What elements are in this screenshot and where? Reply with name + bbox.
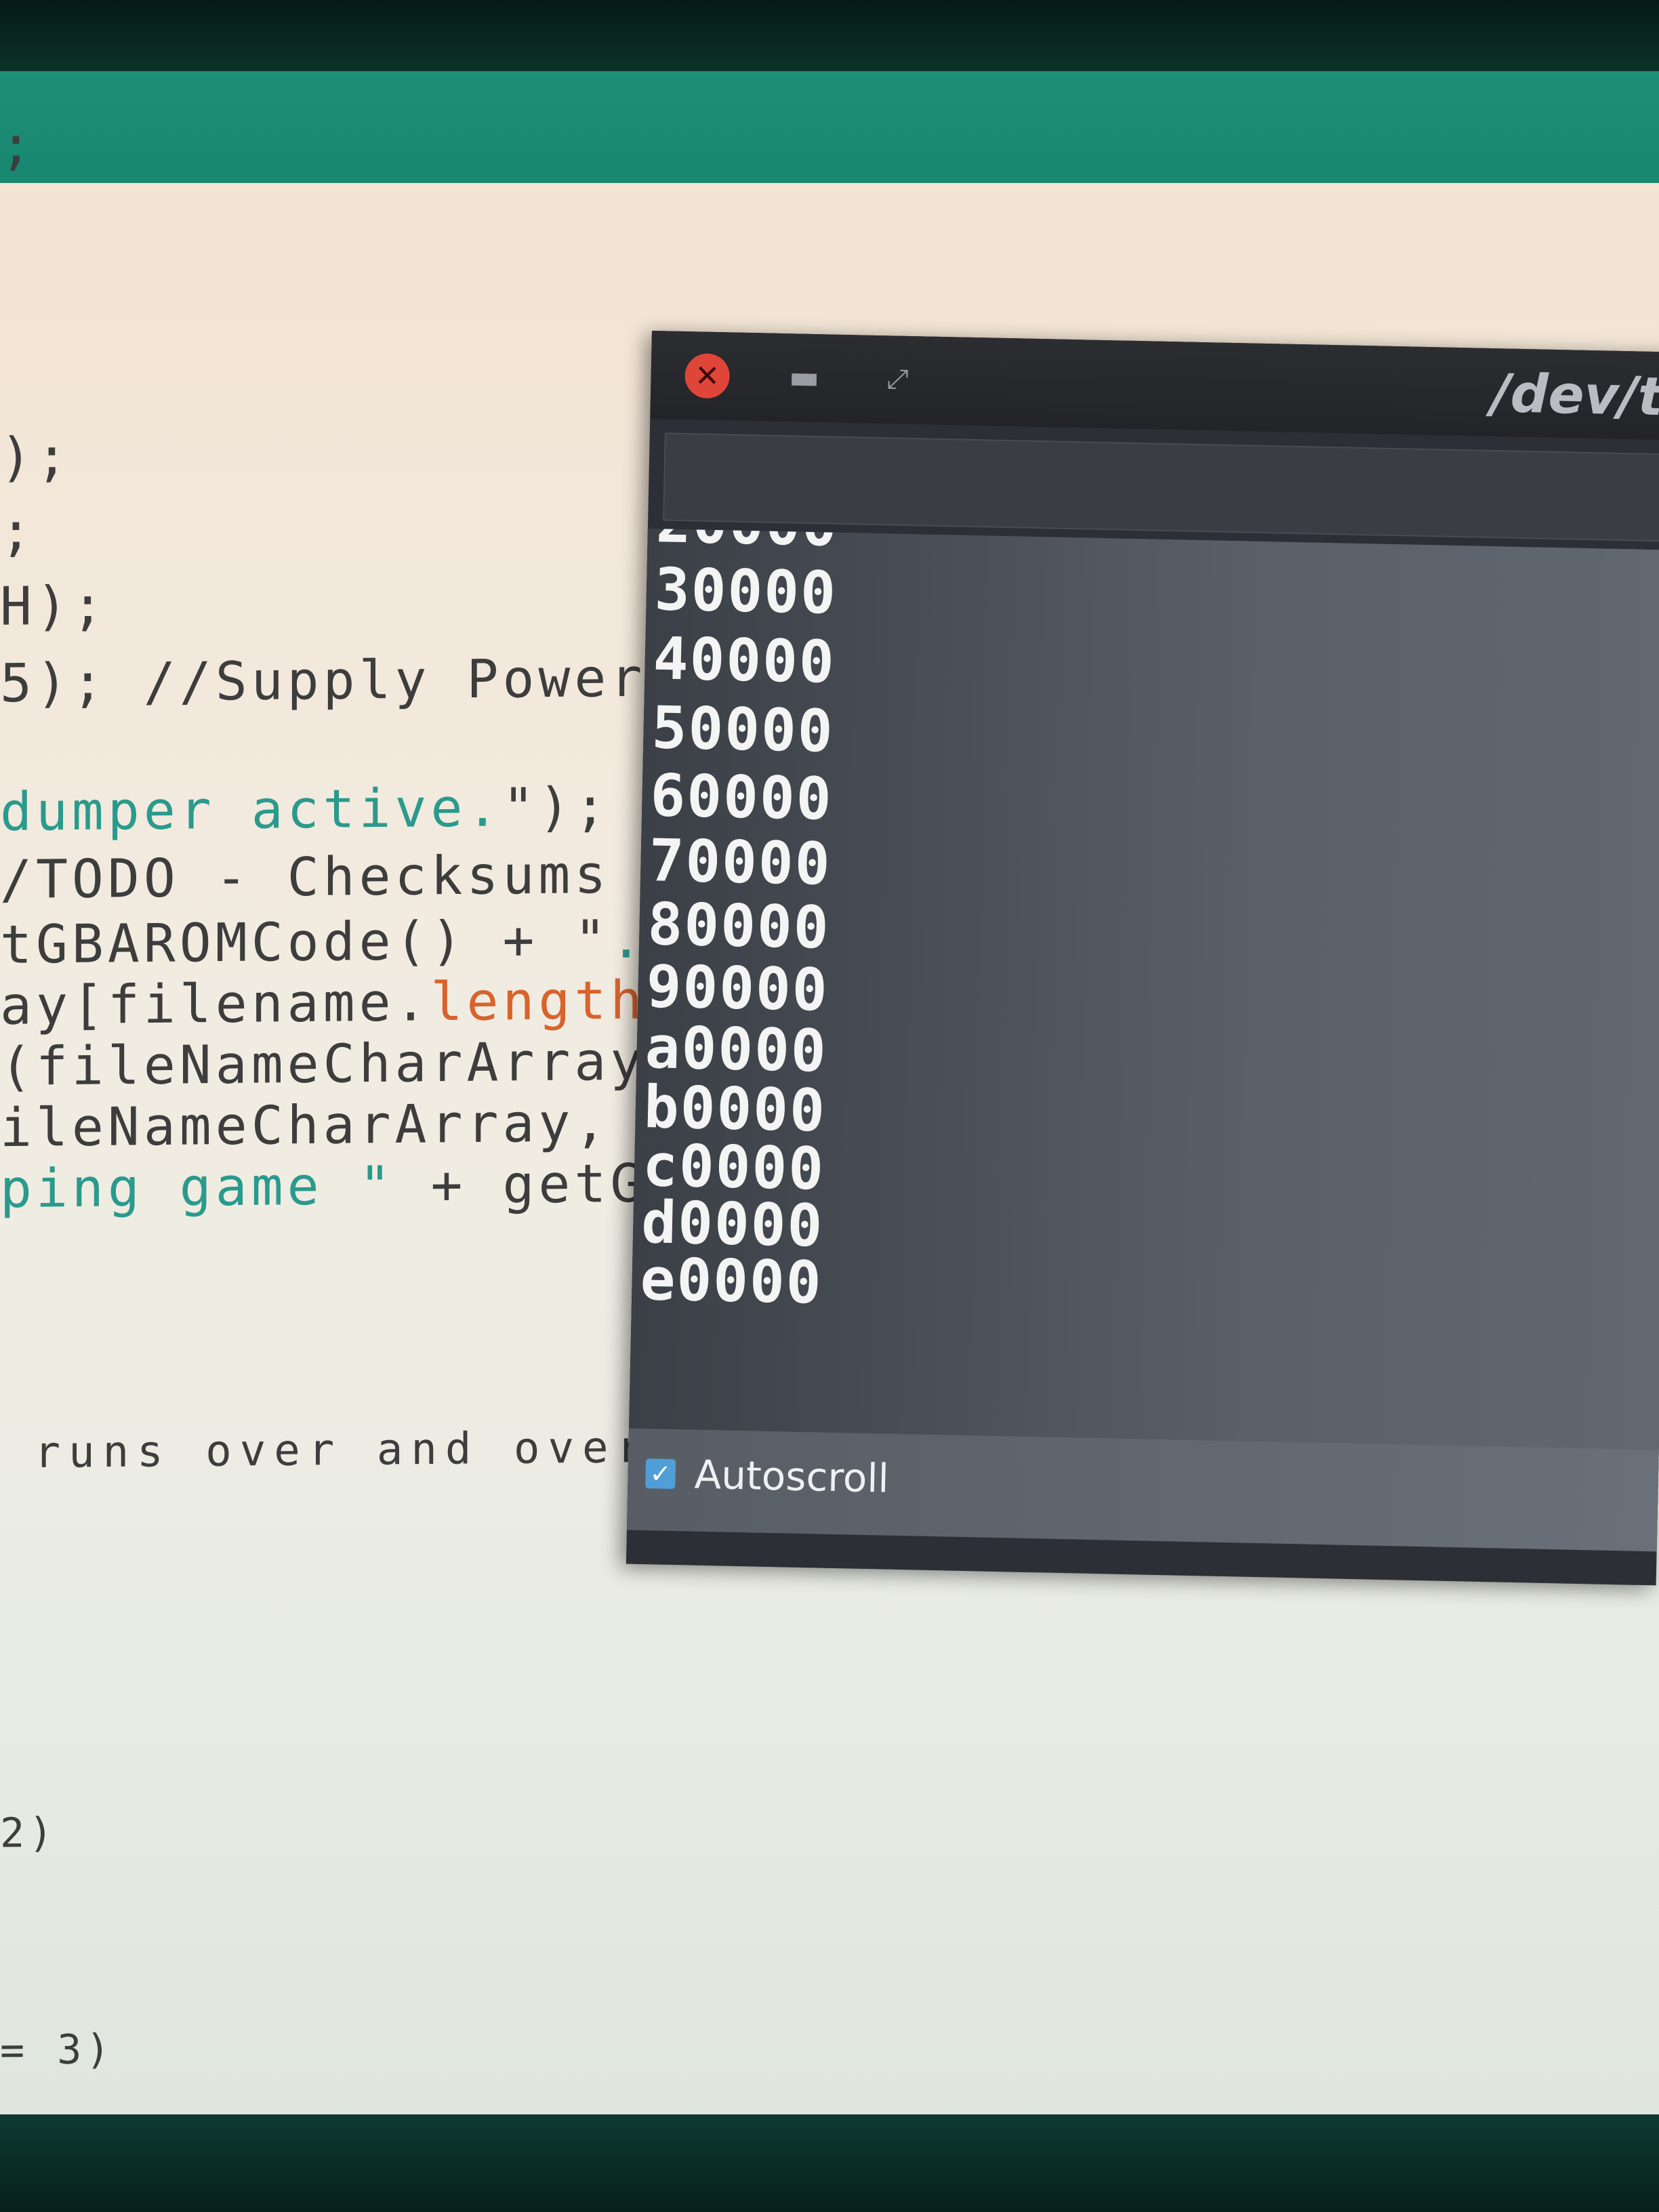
serial-output-line: e0000 bbox=[639, 1245, 823, 1317]
serial-monitor-window: ✕ ▬ ⤢ /dev/tt 20000 30000 40000 50000 60… bbox=[626, 331, 1659, 1586]
check-icon: ✓ bbox=[649, 1458, 672, 1489]
serial-footer: ✓ Autoscroll bbox=[626, 1428, 1659, 1552]
code-token: dumper active. bbox=[0, 777, 503, 843]
serial-output-line: 30000 bbox=[653, 556, 838, 628]
autoscroll-label[interactable]: Autoscroll bbox=[694, 1452, 889, 1502]
minimize-window-button[interactable]: ▬ bbox=[783, 356, 825, 398]
autoscroll-checkbox[interactable]: ✓ bbox=[645, 1458, 676, 1490]
code-token: ay[filename. bbox=[0, 972, 431, 1037]
code-line: ); bbox=[0, 427, 72, 489]
code-token: "); bbox=[502, 777, 611, 839]
maximize-icon: ⤢ bbox=[886, 363, 909, 395]
code-line: ; bbox=[0, 115, 36, 176]
serial-output[interactable]: 20000 30000 40000 50000 60000 70000 8000… bbox=[627, 528, 1659, 1547]
serial-output-line: 70000 bbox=[648, 827, 832, 899]
code-line: dumper active."); bbox=[0, 777, 610, 843]
code-token: ping game " bbox=[0, 1155, 431, 1221]
maximize-window-button[interactable]: ⤢ bbox=[877, 359, 918, 400]
close-window-button[interactable]: ✕ bbox=[684, 353, 731, 399]
serial-output-line: 40000 bbox=[652, 625, 836, 697]
code-token: 2) bbox=[0, 1809, 58, 1858]
minimize-icon: ▬ bbox=[788, 358, 820, 397]
serial-output-line: 60000 bbox=[649, 762, 834, 834]
serial-output-line: 80000 bbox=[647, 890, 831, 962]
code-token: = 3) bbox=[0, 2026, 115, 2074]
code-line: ; bbox=[0, 501, 36, 562]
close-icon: ✕ bbox=[694, 358, 720, 394]
code-line: H); bbox=[0, 575, 108, 637]
ide-toolbar bbox=[0, 71, 1659, 186]
code-token: 5); //Supply Power bbox=[0, 647, 647, 715]
serial-output-line: 20000 bbox=[655, 529, 839, 560]
monitor-bezel-bottom bbox=[0, 2114, 1659, 2212]
code-token: ; bbox=[0, 501, 36, 563]
window-title: /dev/tt bbox=[1490, 363, 1659, 429]
code-token: ; bbox=[0, 115, 36, 177]
code-line: 2) bbox=[0, 1809, 57, 1858]
code-token: tGBAROMCode() + " bbox=[0, 909, 611, 976]
monitor-bezel-top bbox=[0, 0, 1659, 75]
code-token: /TODO - Checksums bbox=[0, 844, 611, 911]
code-token: ); bbox=[0, 426, 72, 489]
code-token: length bbox=[430, 970, 647, 1033]
code-line: /TODO - Checksums bbox=[0, 844, 610, 911]
code-line: = 3) bbox=[0, 2026, 115, 2074]
serial-output-line: 50000 bbox=[651, 694, 835, 766]
serial-send-input[interactable] bbox=[663, 432, 1659, 542]
code-line: 5); //Supply Power bbox=[0, 648, 646, 714]
code-token: H); bbox=[0, 575, 108, 638]
serial-output-line: 90000 bbox=[645, 953, 830, 1025]
